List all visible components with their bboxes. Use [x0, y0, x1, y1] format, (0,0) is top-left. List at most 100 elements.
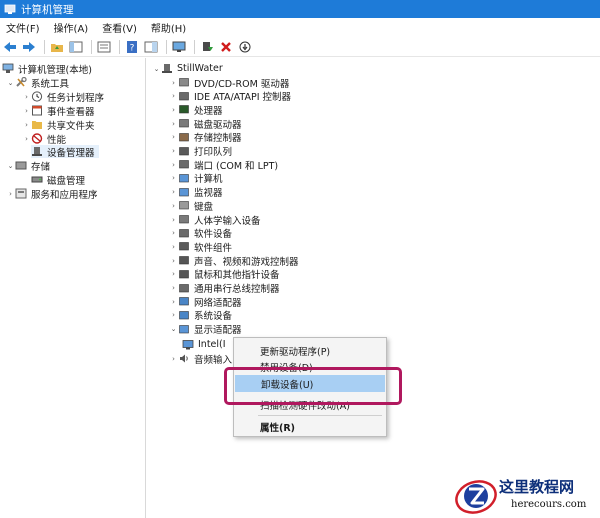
clock-icon: [31, 91, 43, 102]
annotation-highlight-box: [224, 367, 402, 405]
tree-root[interactable]: 计算机管理(本地): [2, 62, 92, 76]
device-category[interactable]: › 监视器: [169, 186, 223, 199]
chevron-down-icon[interactable]: ⌄: [169, 325, 178, 333]
tree-item-task-scheduler[interactable]: › 任务计划程序: [22, 90, 104, 104]
chevron-right-icon[interactable]: ›: [22, 93, 31, 101]
menu-properties[interactable]: 属性(R): [234, 418, 386, 435]
console-tree-pane: 计算机管理(本地) ⌄ 系统工具 › 任务计划程序 › 事件查看器 › 共享文件…: [0, 58, 146, 518]
chevron-right-icon[interactable]: ›: [169, 284, 178, 292]
tree-item-event-viewer[interactable]: › 事件查看器: [22, 104, 95, 118]
chevron-right-icon[interactable]: ›: [169, 188, 178, 196]
device-category[interactable]: › 打印队列: [169, 145, 232, 158]
tree-item-device-manager[interactable]: 设备管理器: [31, 145, 99, 159]
chevron-right-icon[interactable]: ›: [22, 121, 31, 129]
up-folder-icon[interactable]: [49, 39, 65, 55]
chevron-right-icon[interactable]: ›: [169, 106, 178, 114]
device-category-icon: [178, 118, 190, 129]
chevron-right-icon[interactable]: ›: [169, 174, 178, 182]
chevron-right-icon[interactable]: ›: [169, 298, 178, 306]
chevron-right-icon[interactable]: ›: [169, 311, 178, 319]
computer-management-icon: [4, 3, 16, 15]
menu-view[interactable]: 查看(V): [102, 20, 137, 35]
device-category[interactable]: › 存储控制器: [169, 131, 242, 144]
device-category-icon: [178, 146, 190, 157]
device-category[interactable]: › 端口 (COM 和 LPT): [169, 158, 278, 172]
chevron-right-icon[interactable]: ›: [169, 120, 178, 128]
chevron-right-icon[interactable]: ›: [169, 216, 178, 224]
storage-icon: [15, 160, 27, 171]
device-category-icon: [178, 255, 190, 266]
menu-action[interactable]: 操作(A): [54, 20, 89, 35]
device-category-icon: [178, 104, 190, 115]
chevron-down-icon[interactable]: ⌄: [6, 162, 15, 170]
chevron-right-icon[interactable]: ›: [169, 202, 178, 210]
back-arrow-icon[interactable]: [2, 39, 18, 55]
tree-item-system-tools[interactable]: ⌄ 系统工具: [6, 76, 69, 90]
device-category[interactable]: › 声音、视频和游戏控制器: [169, 254, 299, 268]
tree-item-disk-management[interactable]: 磁盘管理: [31, 173, 85, 187]
chevron-right-icon[interactable]: ›: [22, 107, 31, 115]
menu-update-driver[interactable]: 更新驱动程序(P): [234, 342, 386, 359]
device-category[interactable]: › 软件组件: [169, 240, 232, 254]
watermark-title: 这里教程网: [499, 478, 575, 496]
toolbar-separator: [166, 39, 167, 54]
chevron-right-icon[interactable]: ›: [169, 92, 178, 100]
chevron-right-icon[interactable]: ›: [169, 133, 178, 141]
toolbar: ?: [0, 37, 600, 57]
device-category[interactable]: › 人体学输入设备: [169, 213, 261, 227]
device-intel-display[interactable]: Intel(I: [182, 338, 226, 351]
device-category-icon: [178, 91, 190, 102]
watermark-logo-icon: [453, 476, 499, 518]
chevron-right-icon[interactable]: ›: [169, 79, 178, 87]
list-view-icon[interactable]: [96, 39, 112, 55]
device-category[interactable]: › DVD/CD-ROM 驱动器: [169, 76, 289, 90]
device-category[interactable]: › 通用串行总线控制器: [169, 282, 280, 295]
tree-item-shared-folders[interactable]: › 共享文件夹: [22, 118, 94, 132]
chevron-right-icon[interactable]: ›: [6, 190, 15, 198]
menu-file[interactable]: 文件(F): [6, 20, 40, 35]
chevron-right-icon[interactable]: ›: [22, 135, 31, 143]
download-circle-icon[interactable]: [237, 39, 253, 55]
device-category[interactable]: › 计算机: [169, 172, 223, 185]
uninstall-x-icon[interactable]: [218, 39, 234, 55]
help-icon[interactable]: ?: [124, 39, 140, 55]
properties-view-icon[interactable]: [143, 39, 159, 55]
chevron-right-icon[interactable]: ›: [169, 257, 178, 265]
menu-bar: 文件(F) 操作(A) 查看(V) 帮助(H): [0, 18, 600, 36]
tree-item-storage[interactable]: ⌄ 存储: [6, 159, 50, 173]
chevron-right-icon[interactable]: ›: [169, 161, 178, 169]
device-category[interactable]: › IDE ATA/ATAPI 控制器: [169, 90, 291, 103]
speaker-icon: [178, 353, 190, 364]
chevron-down-icon[interactable]: ⌄: [6, 79, 15, 87]
chevron-right-icon[interactable]: ›: [169, 270, 178, 278]
monitor-icon[interactable]: [171, 39, 187, 55]
chevron-right-icon[interactable]: ›: [169, 147, 178, 155]
device-category[interactable]: ⌄ 显示适配器: [169, 323, 242, 336]
device-tree-root[interactable]: ⌄ StillWater: [152, 62, 223, 75]
console-tree-icon[interactable]: [68, 39, 84, 55]
toolbar-separator: [119, 39, 120, 54]
device-category[interactable]: › 系统设备: [169, 309, 232, 322]
device-category[interactable]: › 磁盘驱动器: [169, 117, 242, 131]
forward-arrow-icon[interactable]: [21, 39, 37, 55]
computer-management-icon: [2, 63, 14, 74]
toolbar-separator: [194, 39, 195, 54]
shared-folder-icon: [31, 119, 43, 130]
device-category[interactable]: › 软件设备: [169, 227, 232, 240]
disk-icon: [31, 174, 43, 185]
chevron-down-icon[interactable]: ⌄: [152, 65, 161, 73]
device-category-icon: [178, 269, 190, 280]
chevron-right-icon[interactable]: ›: [169, 243, 178, 251]
tree-item-services[interactable]: › 服务和应用程序: [6, 187, 98, 201]
device-tree-pane: ⌄ StillWater › DVD/CD-ROM 驱动器 › IDE ATA/ATA…: [147, 58, 600, 518]
device-category[interactable]: › 网络适配器: [169, 295, 242, 309]
device-category[interactable]: › 键盘: [169, 199, 213, 213]
tree-item-performance[interactable]: › 性能: [22, 132, 66, 146]
chevron-right-icon[interactable]: ›: [169, 229, 178, 237]
device-category[interactable]: › 处理器: [169, 103, 223, 117]
device-category-audio-io[interactable]: › 音频输入: [169, 352, 232, 366]
menu-help[interactable]: 帮助(H): [151, 20, 186, 35]
chevron-right-icon[interactable]: ›: [169, 355, 178, 363]
device-category[interactable]: › 鼠标和其他指针设备: [169, 268, 280, 281]
update-driver-icon[interactable]: [199, 39, 215, 55]
